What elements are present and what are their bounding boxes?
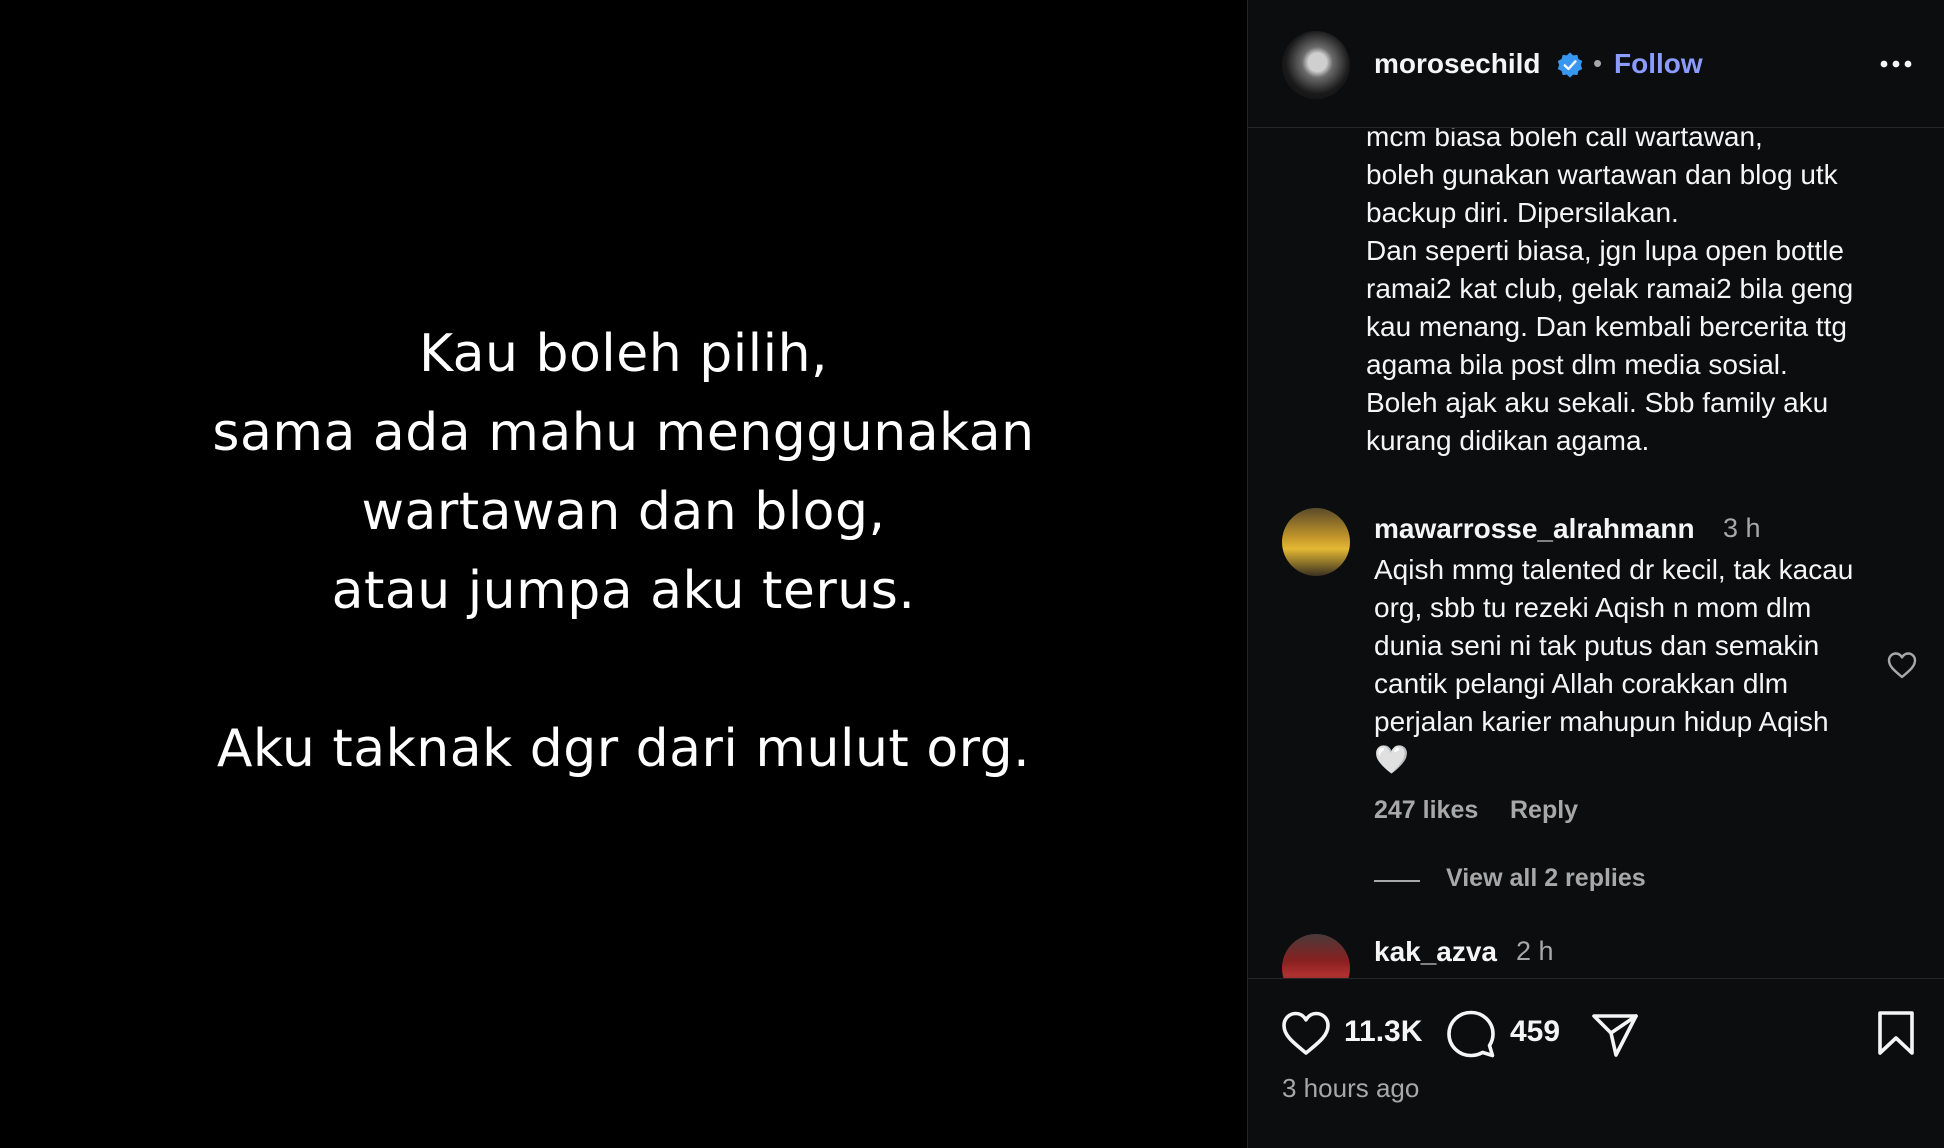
post-header: morosechild • Follow: [1248, 0, 1944, 128]
comment-bubble-icon[interactable]: [1446, 1009, 1496, 1059]
post-quote: Kau boleh pilih, sama ada mahu menggunak…: [212, 315, 1034, 789]
quote-line: wartawan dan blog,: [361, 482, 886, 542]
view-replies-button[interactable]: View all 2 replies: [1446, 864, 1646, 893]
quote-line: atau jumpa aku terus.: [331, 561, 916, 621]
comment-text: Aqish mmg talented dr kecil, tak kacau o…: [1374, 554, 1854, 775]
post-image: Kau boleh pilih, sama ada mahu menggunak…: [0, 0, 1247, 1148]
owner-avatar[interactable]: [1282, 31, 1350, 99]
follow-button[interactable]: Follow: [1614, 48, 1703, 80]
like-heart-icon[interactable]: [1280, 1009, 1332, 1057]
comment-username[interactable]: mawarrosse_alrahmann: [1374, 513, 1695, 545]
comments-scroll-area[interactable]: mcm biasa boleh call wartawan, boleh gun…: [1248, 128, 1944, 978]
like-count[interactable]: 11.3K: [1344, 1015, 1422, 1049]
bookmark-icon[interactable]: [1876, 1009, 1916, 1057]
quote-line: Kau boleh pilih,: [418, 324, 829, 384]
commenter-avatar[interactable]: [1282, 508, 1350, 576]
owner-username[interactable]: morosechild: [1374, 48, 1540, 80]
comment-time: 2 h: [1516, 936, 1554, 966]
action-bar: 11.3K 459 3 hours ago: [1248, 978, 1944, 1148]
share-paper-plane-icon[interactable]: [1590, 1011, 1640, 1059]
comments-panel: morosechild • Follow mcm biasa boleh cal…: [1248, 0, 1944, 1148]
comment-likes-count[interactable]: 247 likes: [1374, 796, 1478, 825]
quote-line: sama ada mahu menggunakan: [212, 403, 1035, 463]
caption-text: mcm biasa boleh call wartawan, boleh gun…: [1366, 128, 1854, 456]
comment-time: 3 h: [1723, 513, 1761, 543]
comment-like-heart-icon[interactable]: [1886, 650, 1918, 680]
commenter-avatar[interactable]: [1282, 934, 1350, 978]
more-options-icon[interactable]: [1878, 58, 1914, 70]
replies-divider: [1374, 880, 1420, 882]
comment-count[interactable]: 459: [1510, 1015, 1560, 1049]
reply-button[interactable]: Reply: [1510, 796, 1578, 825]
quote-line-last: Aku taknak dgr dari mulut org.: [216, 719, 1031, 779]
comment-username[interactable]: kak_azva: [1374, 936, 1497, 968]
verified-badge-icon: [1557, 52, 1583, 78]
post-timestamp: 3 hours ago: [1282, 1073, 1420, 1103]
quote-gap: [212, 631, 1034, 710]
header-separator: •: [1593, 48, 1603, 78]
